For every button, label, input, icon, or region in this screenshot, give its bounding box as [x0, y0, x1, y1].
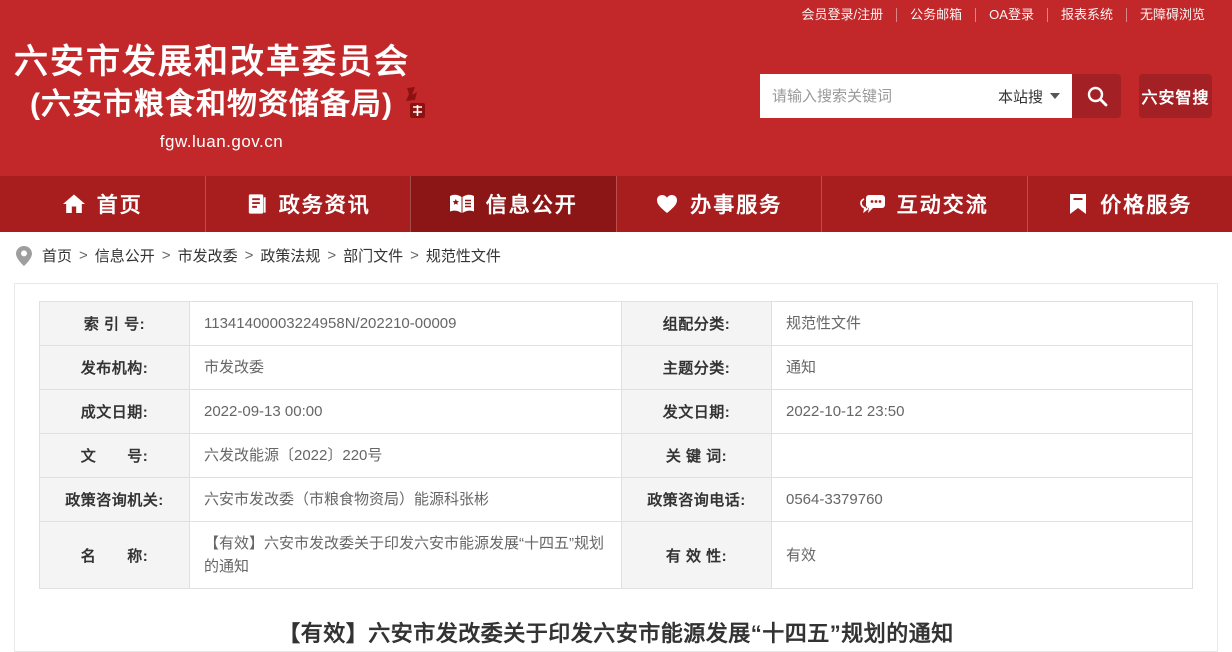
table-row: 政策咨询机关: 六安市发改委（市粮食物资局）能源科张彬 政策咨询电话: 0564… [40, 478, 1193, 522]
topbar-link-member-login[interactable]: 会员登录/注册 [789, 8, 897, 22]
topbar: 会员登录/注册 公务邮箱 OA登录 报表系统 无障碍浏览 [0, 0, 1232, 30]
search-icon [1085, 84, 1109, 108]
nav-item-interaction[interactable]: 互动交流 [821, 176, 1027, 232]
article-title: 【有效】六安市发改委关于印发六安市能源发展“十四五”规划的通知 [15, 616, 1217, 648]
meta-label-group-category: 组配分类: [622, 302, 772, 346]
location-pin-icon [16, 246, 32, 266]
table-row: 索 引 号: 11341400003224958N/202210-00009 组… [40, 302, 1193, 346]
meta-value-consult-phone: 0564-3379760 [772, 478, 1193, 522]
breadcrumb-separator: > [79, 247, 88, 264]
nav-label: 首页 [97, 189, 143, 219]
meta-label-issuing-agency: 发布机构: [40, 346, 190, 390]
meta-label-document-number: 文 号: [40, 434, 190, 478]
search-scope-dropdown[interactable]: 本站搜 [998, 86, 1072, 107]
meta-value-document-number: 六发改能源〔2022〕220号 [190, 434, 622, 478]
meta-label-consult-phone: 政策咨询电话: [622, 478, 772, 522]
breadcrumb-item-home[interactable]: 首页 [42, 245, 72, 266]
search-button[interactable] [1072, 74, 1121, 118]
nav-label: 价格服务 [1100, 189, 1192, 219]
search-box: 本站搜 [760, 74, 1072, 118]
breadcrumb-separator: > [410, 247, 419, 264]
nav-item-services[interactable]: 办事服务 [616, 176, 822, 232]
meta-label-topic-category: 主题分类: [622, 346, 772, 390]
topbar-link-official-mail[interactable]: 公务邮箱 [896, 8, 975, 22]
meta-value-group-category: 规范性文件 [772, 302, 1193, 346]
bookmark-icon [1067, 192, 1089, 216]
topbar-link-oa-login[interactable]: OA登录 [975, 8, 1047, 22]
search-input[interactable] [760, 74, 998, 118]
meta-label-validity: 有 效 性: [622, 522, 772, 589]
site-title: 六安市发展和改革委员会 [14, 40, 429, 84]
meta-label-consult-agency: 政策咨询机关: [40, 478, 190, 522]
breadcrumb-item-commission[interactable]: 市发改委 [178, 245, 238, 266]
nav-label: 信息公开 [486, 189, 578, 219]
breadcrumb-item-info-disclosure[interactable]: 信息公开 [95, 245, 155, 266]
meta-value-issuing-agency: 市发改委 [190, 346, 622, 390]
site-brand: 六安市发展和改革委员会 (六安市粮食和物资储备局) fgw.luan.gov.c… [14, 40, 429, 152]
breadcrumb-item-normative-documents[interactable]: 规范性文件 [426, 245, 501, 266]
document-meta-table: 索 引 号: 11341400003224958N/202210-00009 组… [39, 301, 1193, 589]
meta-label-index-number: 索 引 号: [40, 302, 190, 346]
document-icon [245, 192, 268, 216]
breadcrumb-item-dept-documents[interactable]: 部门文件 [343, 245, 403, 266]
meta-value-written-date: 2022-09-13 00:00 [190, 390, 622, 434]
meta-label-issue-date: 发文日期: [622, 390, 772, 434]
meta-label-keywords: 关 键 词: [622, 434, 772, 478]
table-row: 文 号: 六发改能源〔2022〕220号 关 键 词: [40, 434, 1193, 478]
chevron-down-icon [1050, 93, 1060, 99]
topbar-link-report-system[interactable]: 报表系统 [1047, 8, 1126, 22]
search-area: 本站搜 六安智搜 [760, 74, 1212, 118]
home-icon [62, 192, 86, 216]
breadcrumb-separator: > [245, 247, 254, 264]
nav-item-news[interactable]: 政务资讯 [205, 176, 411, 232]
heart-icon [655, 192, 679, 216]
nav-item-price-services[interactable]: 价格服务 [1027, 176, 1232, 232]
main-nav: 首页 政务资讯 信息公开 办事服务 互动交流 [0, 176, 1232, 232]
nav-item-info-disclosure[interactable]: 信息公开 [410, 176, 616, 232]
masthead: 会员登录/注册 公务邮箱 OA登录 报表系统 无障碍浏览 六安市发展和改革委员会… [0, 0, 1232, 176]
nav-item-home[interactable]: 首页 [0, 176, 205, 232]
table-row: 发布机构: 市发改委 主题分类: 通知 [40, 346, 1193, 390]
meta-label-written-date: 成文日期: [40, 390, 190, 434]
emblem-icon [403, 86, 429, 120]
chat-bubbles-icon [860, 192, 886, 216]
meta-label-name: 名 称: [40, 522, 190, 589]
meta-value-consult-agency: 六安市发改委（市粮食物资局）能源科张彬 [190, 478, 622, 522]
breadcrumb-separator: > [162, 247, 171, 264]
smart-search-button[interactable]: 六安智搜 [1139, 74, 1212, 118]
search-scope-label: 本站搜 [998, 86, 1043, 107]
breadcrumb-separator: > [327, 247, 336, 264]
site-subtitle: (六安市粮食和物资储备局) [30, 84, 393, 126]
breadcrumb: 首页 > 信息公开 > 市发改委 > 政策法规 > 部门文件 > 规范性文件 [0, 232, 1232, 279]
document-panel: 索 引 号: 11341400003224958N/202210-00009 组… [14, 283, 1218, 652]
nav-label: 互动交流 [897, 189, 989, 219]
meta-value-topic-category: 通知 [772, 346, 1193, 390]
site-domain: fgw.luan.gov.cn [14, 132, 429, 152]
meta-value-index-number: 11341400003224958N/202210-00009 [190, 302, 622, 346]
meta-value-keywords [772, 434, 1193, 478]
meta-value-name: 【有效】六安市发改委关于印发六安市能源发展“十四五”规划的通知 [190, 522, 622, 589]
table-row: 名 称: 【有效】六安市发改委关于印发六安市能源发展“十四五”规划的通知 有 效… [40, 522, 1193, 589]
table-row: 成文日期: 2022-09-13 00:00 发文日期: 2022-10-12 … [40, 390, 1193, 434]
nav-label: 政务资讯 [279, 189, 371, 219]
breadcrumb-item-policies[interactable]: 政策法规 [260, 245, 320, 266]
meta-value-validity: 有效 [772, 522, 1193, 589]
nav-label: 办事服务 [690, 189, 782, 219]
topbar-link-accessibility[interactable]: 无障碍浏览 [1126, 8, 1218, 22]
open-book-icon [449, 192, 475, 216]
meta-value-issue-date: 2022-10-12 23:50 [772, 390, 1193, 434]
